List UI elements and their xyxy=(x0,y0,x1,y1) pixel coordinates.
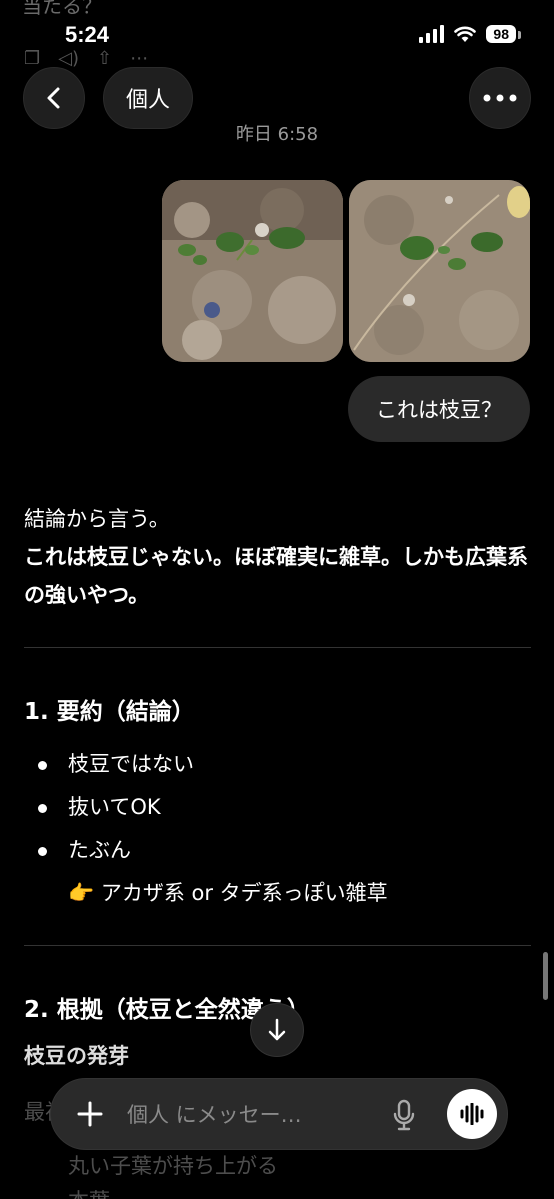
plus-icon xyxy=(77,1101,103,1127)
answer-intro: 結論から言う。 xyxy=(24,507,170,531)
list-item: たぶん xyxy=(24,831,388,874)
seedling-photo-1[interactable] xyxy=(162,180,343,362)
cellular-signal-icon xyxy=(419,25,445,43)
wifi-icon xyxy=(454,26,477,42)
microphone-icon xyxy=(393,1099,415,1131)
status-indicators: 98 xyxy=(419,25,521,43)
scrollbar[interactable] xyxy=(543,952,548,1000)
dictation-button[interactable] xyxy=(389,1097,419,1133)
status-time: 5:24 xyxy=(65,22,110,47)
faded-text-line: 本葉 xyxy=(24,1185,110,1199)
faded-bullet: 丸い子葉が持ち上がる xyxy=(24,1150,278,1180)
message-composer xyxy=(50,1078,508,1150)
list-item: 抜いてOK xyxy=(24,788,388,831)
message-timestamp: 昨日 6:58 xyxy=(235,124,319,145)
sub-bullet: 👉 アカザ系 or タデ系っぽい雑草 xyxy=(24,874,388,912)
message-input[interactable] xyxy=(127,1097,372,1133)
pointing-finger-icon: 👉 xyxy=(68,881,95,905)
answer-bold-statement: これは枝豆じゃない。ほぼ確実に雑草。しかも広葉系の強いやつ。 xyxy=(24,545,528,607)
waveform-icon xyxy=(460,1103,484,1125)
divider xyxy=(24,647,531,648)
section-1-heading: 1. 要約（結論） xyxy=(24,699,195,725)
summary-bullet-list: 枝豆ではない 抜いてOK たぶん 👉 アカザ系 or タデ系っぽい雑草 xyxy=(24,745,388,912)
battery-indicator: 98 xyxy=(486,25,521,43)
arrow-down-icon xyxy=(268,1018,286,1041)
divider xyxy=(24,945,531,946)
user-message-bubble: これは枝豆？ xyxy=(348,376,530,442)
sub-bullet-text: アカザ系 or タデ系っぽい雑草 xyxy=(100,881,388,905)
ellipsis-icon xyxy=(483,94,517,102)
list-item: 枝豆ではない xyxy=(24,745,388,788)
chevron-left-icon xyxy=(47,87,60,109)
status-bar: 5:24 98 xyxy=(0,0,554,68)
scroll-to-bottom-button[interactable] xyxy=(250,1003,304,1057)
faded-bullet-text: 丸い子葉が持ち上がる xyxy=(68,1154,278,1178)
assistant-answer: 結論から言う。 これは枝豆じゃない。ほぼ確実に雑草。しかも広葉系の強いやつ。 xyxy=(24,500,534,614)
section-2-subheading: 枝豆の発芽 xyxy=(24,1044,129,1068)
voice-mode-button[interactable] xyxy=(447,1089,497,1139)
seedling-photo-2[interactable] xyxy=(349,180,530,362)
attached-photos xyxy=(162,180,530,362)
add-attachment-button[interactable] xyxy=(71,1095,109,1133)
